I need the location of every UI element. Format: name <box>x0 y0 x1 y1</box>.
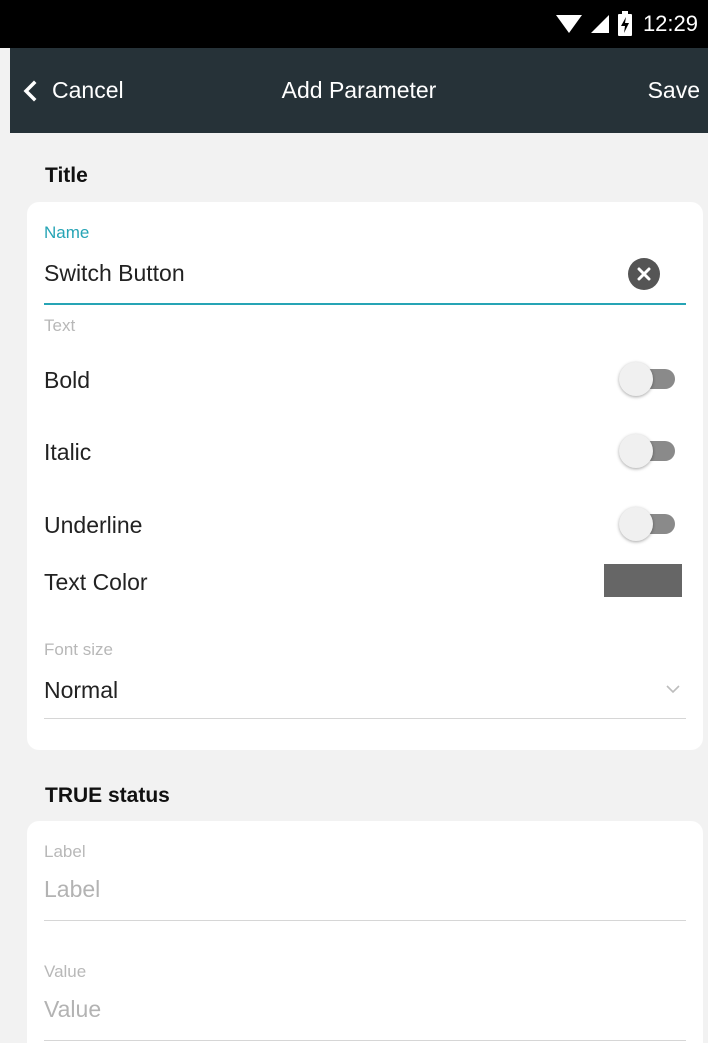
status-icons <box>555 11 633 37</box>
close-icon <box>637 267 651 281</box>
title-card: Name Switch Button Text Bold Italic Unde… <box>27 202 703 750</box>
toggle-thumb <box>619 434 653 468</box>
value-input[interactable] <box>44 996 644 1023</box>
bold-label: Bold <box>44 367 91 393</box>
battery-charging-icon <box>617 11 632 36</box>
section-heading-true-status: TRUE status <box>45 784 170 807</box>
italic-label: Italic <box>44 439 92 465</box>
label-input[interactable] <box>44 876 644 903</box>
name-field-label: Name <box>44 223 90 242</box>
signal-icon <box>590 15 609 33</box>
value-field-label: Value <box>44 962 87 981</box>
italic-toggle[interactable] <box>619 434 677 468</box>
name-field[interactable]: Switch Button <box>44 260 185 287</box>
true-status-card: Label Value <box>27 821 703 1043</box>
value-underline <box>44 1040 686 1041</box>
wifi-icon <box>555 15 582 33</box>
underline-label: Underline <box>44 512 143 538</box>
bold-toggle[interactable] <box>619 362 677 396</box>
text-group-label: Text <box>44 316 76 335</box>
name-field-underline <box>44 303 686 305</box>
clear-icon[interactable] <box>628 258 660 290</box>
section-heading-title: Title <box>45 164 88 187</box>
underline-toggle[interactable] <box>619 507 677 541</box>
toggle-thumb <box>619 362 653 396</box>
cancel-button[interactable]: Cancel <box>22 48 124 133</box>
font-size-select[interactable]: Normal <box>44 677 118 704</box>
chevron-down-icon[interactable] <box>665 683 681 695</box>
cancel-label: Cancel <box>52 77 124 103</box>
label-underline <box>44 920 686 921</box>
status-time: 12:29 <box>642 11 698 36</box>
app-toolbar: Cancel Add Parameter Save <box>10 48 708 133</box>
chevron-left-icon <box>23 80 37 101</box>
font-size-label: Font size <box>44 640 113 659</box>
font-size-underline <box>44 718 686 719</box>
label-field-label: Label <box>44 842 86 861</box>
toggle-thumb <box>619 507 653 541</box>
save-button[interactable]: Save <box>648 48 700 133</box>
text-color-swatch[interactable] <box>604 564 682 597</box>
status-bar: 12:29 <box>0 0 708 48</box>
text-color-label: Text Color <box>44 569 148 595</box>
